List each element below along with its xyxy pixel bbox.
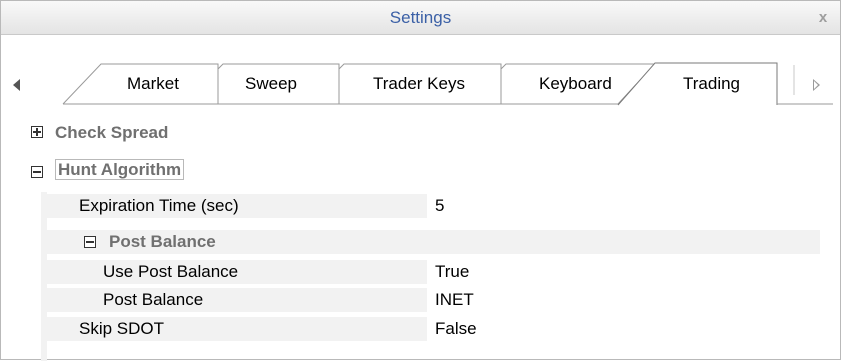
tab-strip: Market Sweep Trader Keys Keyboard Tradin… xyxy=(1,35,840,107)
window-title: Settings xyxy=(389,8,452,27)
collapse-post-balance-icon[interactable] xyxy=(84,236,96,248)
tab-trading[interactable]: Trading xyxy=(683,74,740,94)
property-value-skip-sdot[interactable]: False xyxy=(427,317,820,341)
tab-sweep[interactable]: Sweep xyxy=(245,74,297,94)
property-row-skip-sdot[interactable]: Skip SDOT False xyxy=(47,317,820,341)
settings-window: Settings x Market Sweep Trader Keys Keyb… xyxy=(0,0,841,361)
property-value-post-balance[interactable]: INET xyxy=(427,288,820,312)
tab-trader-keys[interactable]: Trader Keys xyxy=(373,74,465,94)
property-row-post-balance[interactable]: Post Balance INET xyxy=(47,288,820,312)
property-value-use-post-balance[interactable]: True xyxy=(427,260,820,284)
tab-outlines xyxy=(62,62,833,106)
tab-market[interactable]: Market xyxy=(127,74,179,94)
property-row-expiration-time[interactable]: Expiration Time (sec) 5 xyxy=(47,194,820,218)
property-name: Expiration Time (sec) xyxy=(79,196,239,215)
hunt-algorithm-label: Hunt Algorithm xyxy=(55,159,185,180)
group-row-post-balance[interactable]: Post Balance xyxy=(47,230,820,254)
expand-check-spread-icon[interactable] xyxy=(31,126,43,138)
category-check-spread[interactable]: Check Spread xyxy=(55,120,168,145)
category-hunt-algorithm[interactable]: Hunt Algorithm xyxy=(55,158,185,181)
title-bar[interactable]: Settings x xyxy=(1,1,840,35)
close-icon[interactable]: x xyxy=(812,1,834,34)
right-arrow-icon[interactable] xyxy=(813,79,820,91)
tab-keyboard[interactable]: Keyboard xyxy=(539,74,612,94)
property-name: Post Balance xyxy=(103,290,204,309)
property-row-use-post-balance[interactable]: Use Post Balance True xyxy=(47,260,820,284)
collapse-hunt-algorithm-icon[interactable] xyxy=(31,166,43,178)
property-value-expiration-time[interactable]: 5 xyxy=(427,194,820,218)
property-name: Use Post Balance xyxy=(103,262,239,281)
property-name: Skip SDOT xyxy=(79,319,165,338)
group-post-balance: Post Balance xyxy=(109,232,216,251)
